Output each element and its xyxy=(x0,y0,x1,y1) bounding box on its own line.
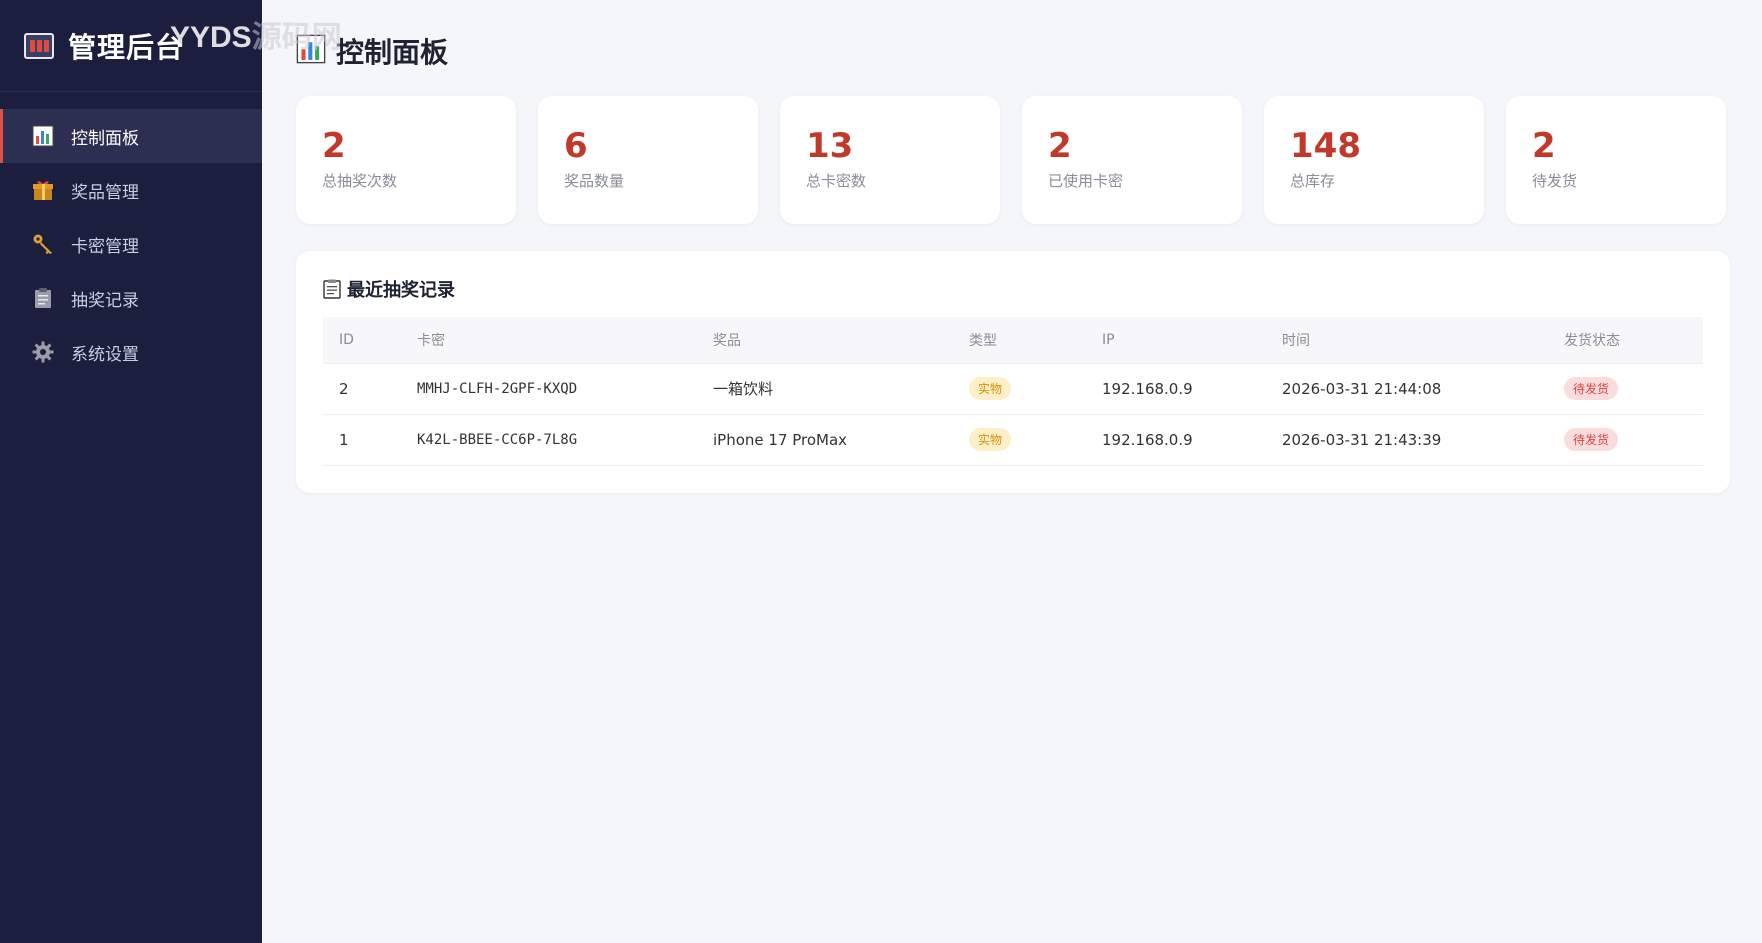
col-time: 时间 xyxy=(1266,317,1548,364)
stat-card: 13 总卡密数 xyxy=(780,96,1000,224)
sidebar-item-label: 系统设置 xyxy=(71,344,139,365)
main-content: 控制面板 2 总抽奖次数 6 奖品数量 13 总卡密数 2 已使用卡密 148 … xyxy=(262,0,1762,943)
stat-label: 待发货 xyxy=(1532,172,1578,190)
cell-card: MMHJ-CLFH-2GPF-KXQD xyxy=(401,363,697,415)
col-card: 卡密 xyxy=(401,317,697,364)
stat-label: 已使用卡密 xyxy=(1048,172,1124,190)
cell-ip: 192.168.0.9 xyxy=(1086,414,1266,466)
status-badge: 待发货 xyxy=(1564,428,1619,451)
gear-icon xyxy=(31,340,55,364)
col-type: 类型 xyxy=(953,317,1086,364)
stat-card: 148 总库存 xyxy=(1264,96,1484,224)
app-root: 管理后台 YYDS源码网 控制面板 奖品管理 卡密管理 抽奖记录 系统设置 控制… xyxy=(0,0,1762,943)
brand-title: 管理后台 xyxy=(68,30,185,64)
sidebar-item-dashboard[interactable]: 控制面板 xyxy=(0,109,262,163)
sidebar-item-label: 抽奖记录 xyxy=(71,290,139,311)
page-title: 控制面板 xyxy=(336,36,449,69)
sidebar-item-label: 奖品管理 xyxy=(71,182,139,203)
brand: 管理后台 YYDS源码网 xyxy=(0,0,342,92)
slot-machine-icon xyxy=(24,32,54,59)
stat-value: 13 xyxy=(806,126,854,166)
cell-prize: iPhone 17 ProMax xyxy=(697,414,953,466)
sidebar: 管理后台 YYDS源码网 控制面板 奖品管理 卡密管理 抽奖记录 系统设置 xyxy=(0,0,342,943)
cell-time: 2026-03-31 21:44:08 xyxy=(1266,363,1548,415)
sidebar-item-settings[interactable]: 系统设置 xyxy=(0,325,262,379)
cell-prize: 一箱饮料 xyxy=(697,363,953,415)
col-prize: 奖品 xyxy=(697,317,953,364)
col-status: 发货状态 xyxy=(1548,317,1703,364)
table-row: 2 MMHJ-CLFH-2GPF-KXQD 一箱饮料 实物 192.168.0.… xyxy=(323,363,1703,415)
clipboard-icon xyxy=(323,279,341,299)
col-ip: IP xyxy=(1086,317,1266,364)
page-header: 控制面板 xyxy=(296,30,1730,72)
stat-card: 2 总抽奖次数 xyxy=(296,96,516,224)
recent-records-panel: 最近抽奖记录 ID 卡密 奖品 类型 IP 时间 发货状态 2 MMHJ-CLF… xyxy=(296,251,1730,493)
stat-card: 2 待发货 xyxy=(1506,96,1726,224)
cell-ip: 192.168.0.9 xyxy=(1086,363,1266,415)
clipboard-icon xyxy=(31,286,55,310)
cell-id: 1 xyxy=(323,414,401,466)
stat-value: 6 xyxy=(564,126,588,166)
stat-value: 148 xyxy=(1290,126,1361,166)
key-icon xyxy=(31,232,55,256)
sidebar-nav: 控制面板 奖品管理 卡密管理 抽奖记录 系统设置 xyxy=(0,109,262,379)
type-badge: 实物 xyxy=(969,428,1012,451)
cell-status: 待发货 xyxy=(1548,414,1703,466)
status-badge: 待发货 xyxy=(1564,377,1619,400)
cell-time: 2026-03-31 21:43:39 xyxy=(1266,414,1548,466)
cell-card: K42L-BBEE-CC6P-7L8G xyxy=(401,414,697,466)
sidebar-item-prizes[interactable]: 奖品管理 xyxy=(0,163,262,217)
stat-label: 总抽奖次数 xyxy=(322,172,398,190)
stat-card: 2 已使用卡密 xyxy=(1022,96,1242,224)
bar-chart-icon xyxy=(296,34,326,68)
sidebar-item-label: 控制面板 xyxy=(71,128,139,149)
cell-id: 2 xyxy=(323,363,401,415)
panel-title-text: 最近抽奖记录 xyxy=(347,280,455,301)
stat-card: 6 奖品数量 xyxy=(538,96,758,224)
sidebar-item-records[interactable]: 抽奖记录 xyxy=(0,271,262,325)
records-table: ID 卡密 奖品 类型 IP 时间 发货状态 2 MMHJ-CLFH-2GPF-… xyxy=(323,317,1703,466)
stat-value: 2 xyxy=(1532,126,1556,166)
gift-icon xyxy=(31,178,55,202)
stat-label: 总卡密数 xyxy=(806,172,867,190)
sidebar-item-cards[interactable]: 卡密管理 xyxy=(0,217,262,271)
col-id: ID xyxy=(323,317,401,364)
cell-type: 实物 xyxy=(953,414,1086,466)
type-badge: 实物 xyxy=(969,377,1012,400)
stat-value: 2 xyxy=(322,126,346,166)
sidebar-item-label: 卡密管理 xyxy=(71,236,139,257)
panel-title: 最近抽奖记录 xyxy=(323,277,1703,301)
table-row: 1 K42L-BBEE-CC6P-7L8G iPhone 17 ProMax 实… xyxy=(323,414,1703,466)
table-header-row: ID 卡密 奖品 类型 IP 时间 发货状态 xyxy=(323,317,1703,364)
stat-label: 总库存 xyxy=(1290,172,1336,190)
cell-type: 实物 xyxy=(953,363,1086,415)
stats-row: 2 总抽奖次数 6 奖品数量 13 总卡密数 2 已使用卡密 148 总库存 2… xyxy=(296,96,1730,224)
bar-chart-icon xyxy=(31,124,55,148)
cell-status: 待发货 xyxy=(1548,363,1703,415)
stat-label: 奖品数量 xyxy=(564,172,625,190)
stat-value: 2 xyxy=(1048,126,1072,166)
